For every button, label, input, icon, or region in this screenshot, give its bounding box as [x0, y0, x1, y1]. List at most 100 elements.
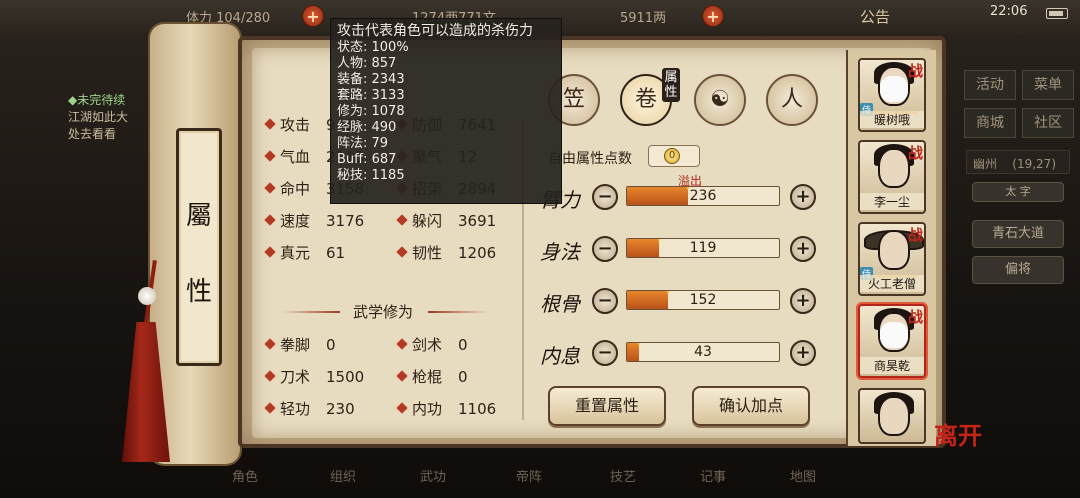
clock: 22:06: [990, 4, 1028, 19]
route-button[interactable]: 青石大道: [972, 220, 1064, 248]
martial-label: 刀术: [280, 368, 311, 386]
tooltip-line: 状态: 100%: [337, 40, 409, 55]
plate-char: 性: [185, 277, 212, 307]
silver-display: 5911两: [620, 11, 667, 26]
attribute-value: 152: [689, 292, 717, 308]
martial-row: 枪棍 0: [396, 366, 468, 387]
decrease-button[interactable]: −: [592, 236, 618, 262]
diamond-icon: [264, 370, 276, 382]
attribute-bar: 236: [626, 186, 780, 206]
region-name: 幽州: [973, 157, 998, 171]
martial-value: 1106: [458, 400, 497, 418]
attribute-title-plate: 屬 性: [176, 128, 222, 366]
martial-row: 拳脚 0: [264, 334, 336, 355]
increase-button[interactable]: +: [790, 184, 816, 210]
character-card[interactable]: [858, 388, 926, 444]
diamond-icon: [264, 150, 276, 162]
attribute-value: 119: [689, 240, 717, 256]
increase-button[interactable]: +: [790, 236, 816, 262]
tooltip-line: 修为: 1078: [337, 104, 405, 119]
attribute-value: 43: [694, 344, 712, 360]
attribute-name: 内息: [540, 344, 580, 368]
reset-attributes-button[interactable]: 重置属性: [548, 386, 666, 426]
activity-button[interactable]: 活动: [964, 70, 1016, 100]
martial-row: 轻功 230: [264, 398, 355, 419]
meridian-body-icon[interactable]: 人: [766, 74, 818, 126]
diamond-icon: [264, 214, 276, 226]
diamond-icon: [264, 246, 276, 258]
stat-row: 真元 61: [264, 242, 345, 263]
martial-value: 1500: [326, 368, 365, 386]
quest-line: 江湖如此大: [68, 110, 129, 124]
martial-label: 内功: [412, 400, 443, 418]
mall-button[interactable]: 商城: [964, 108, 1016, 138]
free-points-value: 0: [664, 148, 680, 164]
attribute-value: 236: [689, 188, 717, 204]
notice-button[interactable]: 公告: [860, 6, 890, 27]
plate-char: 屬: [185, 201, 212, 231]
ornament-line: [428, 311, 488, 313]
add-silver-button[interactable]: +: [702, 5, 724, 27]
nav-map[interactable]: 地图: [790, 466, 816, 485]
attribute-tab-label: 属性: [662, 68, 680, 102]
attack-tooltip: 攻击代表角色可以造成的杀伤力 状态: 100% 人物: 857 装备: 2343 套路…: [330, 18, 562, 204]
diamond-icon: [396, 370, 408, 382]
menu-button[interactable]: 菜单: [1022, 70, 1074, 100]
attribute-bar: 43: [626, 342, 780, 362]
character-portrait: [878, 230, 910, 270]
character-name: 暖树哦: [860, 111, 924, 128]
decrease-button[interactable]: −: [592, 288, 618, 314]
leave-button[interactable]: 离开: [934, 416, 982, 451]
stat-label: 躲闪: [412, 212, 443, 230]
character-card[interactable]: 战商昊乾: [858, 304, 926, 378]
character-card[interactable]: 侍战暖树哦: [858, 58, 926, 132]
tooltip-line: 阵法: 79: [337, 136, 389, 151]
tooltip-title: 攻击代表角色可以造成的杀伤力: [337, 23, 533, 39]
decrease-button[interactable]: −: [592, 340, 618, 366]
martial-label: 轻功: [280, 400, 311, 418]
tooltip-line: 套路: 3133: [337, 88, 405, 103]
ornament-line: [282, 311, 340, 313]
character-name: 商昊乾: [860, 357, 924, 374]
increase-button[interactable]: +: [790, 340, 816, 366]
nav-journal[interactable]: 记事: [700, 466, 726, 485]
stat-value: 1206: [458, 244, 497, 262]
diamond-icon: [264, 182, 276, 194]
add-stamina-button[interactable]: +: [302, 5, 324, 27]
tooltip-lines: 状态: 100% 人物: 857 装备: 2343 套路: 3133 修为: 1078 经…: [337, 40, 555, 184]
diamond-icon: [396, 338, 408, 350]
decrease-button[interactable]: −: [592, 184, 618, 210]
portrait-mask: [880, 76, 908, 102]
attribute-bar: 119: [626, 238, 780, 258]
martial-row: 内功 1106: [396, 398, 497, 419]
stat-label: 攻击: [280, 116, 311, 134]
in-battle-tag: 战: [907, 62, 923, 80]
diamond-icon: [396, 402, 408, 414]
favor-button[interactable]: 偏将: [972, 256, 1064, 284]
martial-label: 枪棍: [412, 368, 443, 386]
nav-org[interactable]: 组织: [330, 466, 356, 485]
stat-value: 3176: [326, 212, 365, 230]
martial-row: 剑术 0: [396, 334, 468, 355]
stat-row: 速度 3176: [264, 210, 365, 231]
nav-role[interactable]: 角色: [232, 466, 258, 485]
nav-formation[interactable]: 帝阵: [516, 466, 542, 485]
stat-row: 躲闪 3691: [396, 210, 496, 231]
nav-martial[interactable]: 武功: [420, 466, 446, 485]
stat-label: 命中: [280, 180, 311, 198]
martial-section-title: 武学修为: [352, 303, 413, 321]
tooltip-line: 秘技: 1185: [337, 168, 405, 183]
character-card[interactable]: 侍战火工老僧: [858, 222, 926, 296]
nav-skill[interactable]: 技艺: [610, 466, 636, 485]
community-button[interactable]: 社区: [1022, 108, 1074, 138]
confirm-points-button[interactable]: 确认加点: [692, 386, 810, 426]
quest-tracker[interactable]: ◆未完待续 江湖如此大 处去看看: [68, 92, 158, 143]
character-card[interactable]: 战李一尘: [858, 140, 926, 214]
in-battle-tag: 战: [907, 308, 923, 326]
stat-label: 速度: [280, 212, 311, 230]
yin-yang-icon[interactable]: ☯: [694, 74, 746, 126]
character-name: 火工老僧: [860, 275, 924, 292]
increase-button[interactable]: +: [790, 288, 816, 314]
portrait-mask: [880, 322, 908, 348]
quest-line: 处去看看: [68, 127, 117, 141]
